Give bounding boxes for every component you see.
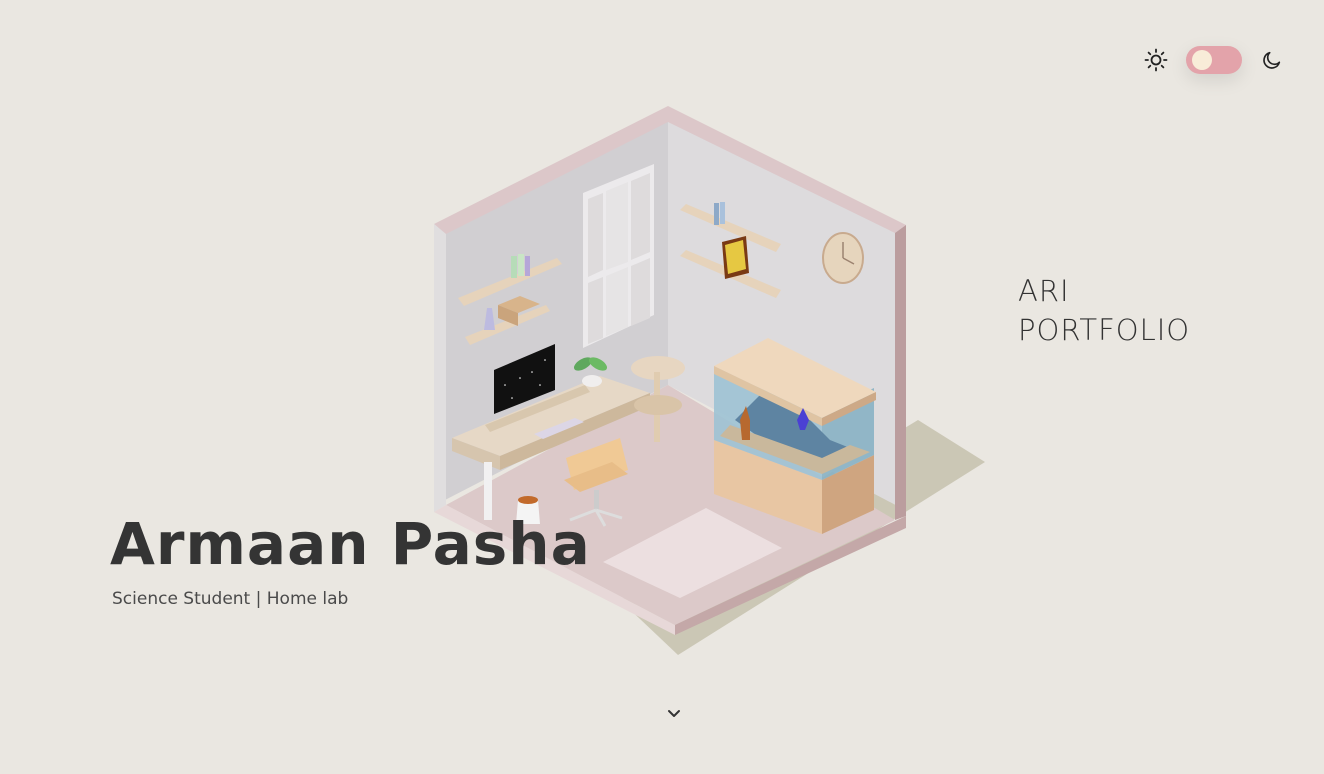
left-wall-edge bbox=[434, 224, 446, 512]
theme-switcher bbox=[1142, 46, 1286, 74]
portfolio-label-line1: ARI bbox=[1018, 274, 1070, 308]
sun-icon[interactable] bbox=[1142, 46, 1170, 74]
window-pane bbox=[631, 173, 650, 260]
books bbox=[518, 254, 524, 276]
right-wall-edge bbox=[895, 225, 906, 520]
window-pane bbox=[606, 267, 628, 336]
moon-icon[interactable] bbox=[1258, 46, 1286, 74]
books bbox=[714, 203, 719, 225]
window-pane bbox=[588, 277, 603, 344]
portfolio-label-line2: PORTFOLIO bbox=[1018, 313, 1191, 347]
hero-name: Armaan Pasha bbox=[110, 510, 591, 578]
portfolio-label: ARI PORTFOLIO bbox=[1018, 272, 1190, 350]
window-pane bbox=[606, 182, 628, 270]
window-pane bbox=[588, 193, 603, 277]
theme-toggle[interactable] bbox=[1186, 46, 1242, 74]
isometric-room-illustration bbox=[434, 106, 985, 655]
books bbox=[511, 256, 517, 278]
window-pane bbox=[631, 258, 650, 326]
books bbox=[720, 202, 725, 224]
hero-subtitle: Science Student | Home lab bbox=[112, 589, 349, 609]
plant-pot bbox=[582, 375, 602, 387]
page: ARI PORTFOLIO Armaan Pasha Science Stude… bbox=[0, 0, 1324, 774]
books bbox=[525, 256, 530, 276]
toggle-knob bbox=[1192, 50, 1212, 70]
chevron-down-icon[interactable] bbox=[664, 704, 684, 724]
poster bbox=[725, 240, 746, 274]
